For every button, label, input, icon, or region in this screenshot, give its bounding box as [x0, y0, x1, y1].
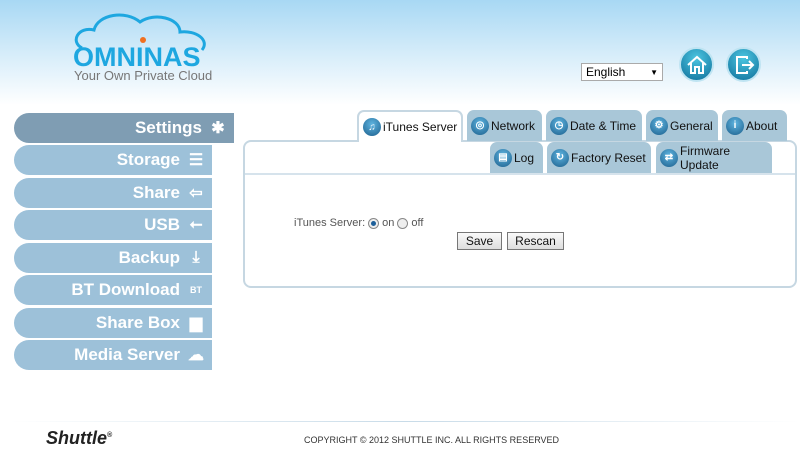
itunes-server-field: iTunes Server: on off — [294, 217, 424, 229]
usb-icon: ⭠ — [189, 216, 203, 233]
tab-log[interactable]: ▤ Log — [490, 142, 543, 173]
storage-icon: ☰ — [188, 152, 204, 169]
backup-icon: ⤓ — [192, 249, 200, 266]
chevron-down-icon: ▼ — [650, 67, 658, 77]
tab-network[interactable]: ◎ Network — [467, 110, 542, 141]
info-icon: i — [726, 116, 744, 135]
save-button[interactable]: Save — [457, 232, 502, 250]
sidebar-item-bt-download[interactable]: BT Download BT — [14, 275, 212, 305]
radio-on[interactable] — [368, 217, 380, 229]
tab-itunes-server[interactable]: ♫ iTunes Server — [357, 110, 463, 142]
sidebar-item-storage[interactable]: Storage ☰ — [14, 145, 212, 175]
tab-general[interactable]: ⚙ General — [646, 110, 718, 141]
sidebar-item-media-server[interactable]: Media Server ☁ — [14, 340, 212, 370]
clock-icon: ◷ — [550, 116, 568, 135]
tools-icon: ✱ — [211, 120, 225, 137]
footer-divider — [10, 421, 800, 422]
network-icon: ◎ — [471, 116, 489, 135]
sidebar-item-settings[interactable]: Settings ✱ — [14, 113, 234, 143]
copyright-text: COPYRIGHT © 2012 SHUTTLE INC. ALL RIGHTS… — [304, 435, 560, 445]
header: OMNINAS Your Own Private Cloud English ▼ — [0, 0, 800, 105]
tab-date-time[interactable]: ◷ Date & Time — [546, 110, 642, 141]
rescan-button[interactable]: Rescan — [507, 232, 564, 250]
bt-download-icon: BT — [190, 285, 202, 295]
logout-button[interactable] — [726, 47, 761, 82]
share-arrow-icon: ⇦ — [189, 185, 203, 202]
language-value: English — [586, 65, 626, 79]
radio-off[interactable] — [397, 217, 409, 229]
language-select[interactable]: English ▼ — [581, 63, 663, 81]
sidebar-item-usb[interactable]: USB ⭠ — [14, 210, 212, 240]
tab-firmware-update[interactable]: ⇄ Firmware Update — [656, 142, 772, 173]
share-box-icon: ▆ — [189, 315, 203, 332]
logout-icon — [735, 55, 754, 74]
shuttle-logo: Shuttle® — [46, 428, 113, 448]
itunes-server-label: iTunes Server: — [294, 217, 366, 229]
reset-icon: ↻ — [551, 148, 569, 167]
update-icon: ⇄ — [660, 148, 678, 167]
media-server-icon: ☁ — [188, 347, 204, 364]
gears-icon: ⚙ — [650, 116, 668, 135]
home-icon — [686, 55, 707, 74]
sidebar-item-share[interactable]: Share ⇦ — [14, 178, 212, 208]
sidebar-item-backup[interactable]: Backup ⤓ — [14, 243, 212, 273]
home-button[interactable] — [679, 47, 714, 82]
tab-factory-reset[interactable]: ↻ Factory Reset — [547, 142, 651, 173]
music-note-icon: ♫ — [363, 118, 381, 136]
log-icon: ▤ — [494, 148, 512, 167]
omninas-logo: OMNINAS Your Own Private Cloud — [70, 12, 220, 84]
tab-about[interactable]: i About — [722, 110, 787, 141]
sidebar-item-share-box[interactable]: Share Box ▆ — [14, 308, 212, 338]
